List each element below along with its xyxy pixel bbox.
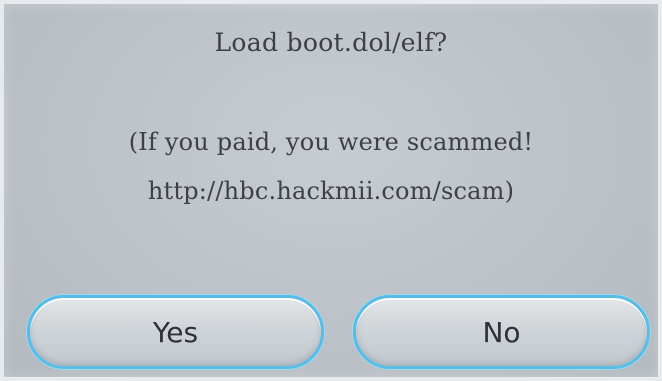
dialog-title: Load boot.dol/elf? bbox=[214, 28, 448, 57]
message-line-2: http://hbc.hackmii.com/scam) bbox=[147, 177, 515, 205]
dialog-screen: Load boot.dol/elf? (If you paid, you wer… bbox=[0, 0, 662, 381]
dialog-message: (If you paid, you were scammed! http://h… bbox=[0, 118, 662, 216]
no-button[interactable]: No bbox=[353, 295, 650, 369]
yes-button[interactable]: Yes bbox=[27, 295, 324, 369]
message-line-1: (If you paid, you were scammed! bbox=[128, 128, 534, 156]
